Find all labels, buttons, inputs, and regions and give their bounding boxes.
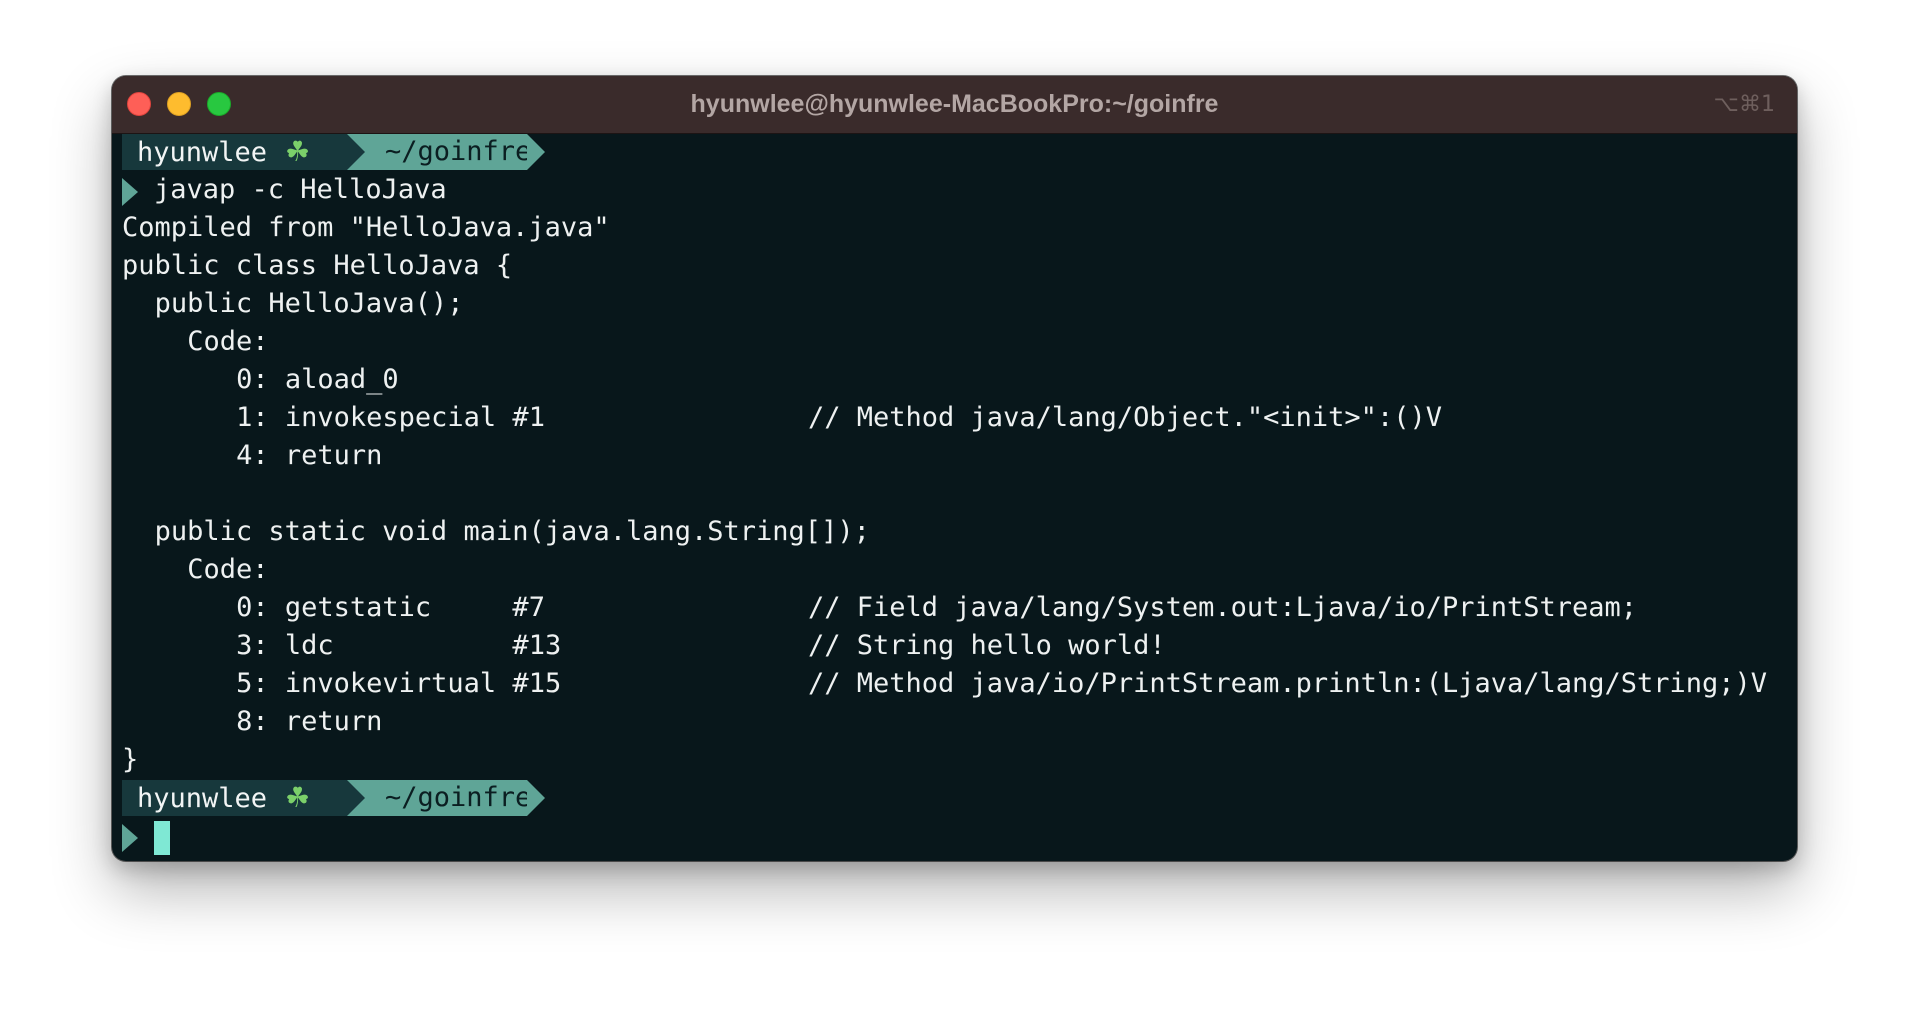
prompt-dir-segment: ~/goinfre (365, 780, 531, 816)
powerline-end-icon (527, 134, 545, 170)
output-code: } (122, 744, 139, 775)
output-line: 1: invokespecial #1 // Method java/lang/O… (122, 399, 1797, 437)
output-code: Code: (187, 326, 269, 357)
prompt-user-segment: hyunwlee ☘ (122, 134, 347, 170)
output-code: Code: (187, 554, 269, 585)
output-line: 8: return (122, 703, 1797, 741)
prompt-user-segment: hyunwlee ☘ (122, 780, 347, 816)
output-comment: // Method java/io/PrintStream.println:(L… (808, 668, 1768, 699)
output-code: 4: return (236, 440, 383, 471)
output-code: 0: getstatic #7 (236, 592, 545, 623)
terminal-content[interactable]: hyunwlee ☘ ~/goinfre javap -c HelloJava C… (122, 133, 1797, 861)
prompt-line-2: hyunwlee ☘ ~/goinfre (122, 779, 1797, 817)
output-code: 3: ldc #13 (236, 630, 562, 661)
output-line: } (122, 741, 1797, 779)
output-comment: // Field java/lang/System.out:Ljava/io/P… (808, 592, 1638, 623)
output-line: 4: return (122, 437, 1797, 475)
output-code: public static void main(java.lang.String… (154, 516, 870, 547)
prompt-user: hyunwlee (137, 783, 268, 814)
terminal-window: hyunwlee@hyunwlee-MacBookPro:~/goinfre ⌥… (112, 76, 1797, 861)
title-bar[interactable]: hyunwlee@hyunwlee-MacBookPro:~/goinfre ⌥… (112, 76, 1797, 134)
window-title: hyunwlee@hyunwlee-MacBookPro:~/goinfre (690, 90, 1219, 118)
output-code: 0: aload_0 (236, 364, 399, 395)
powerline-end-icon (527, 780, 545, 816)
output-line: Code: (122, 323, 1797, 361)
output-code: 1: invokespecial #1 (236, 402, 545, 433)
output-line: Compiled from "HelloJava.java" (122, 209, 1797, 247)
clover-icon: ☘ (285, 781, 311, 814)
powerline-separator-icon (347, 780, 365, 816)
output-code: 8: return (236, 706, 383, 737)
text-cursor (154, 821, 170, 855)
output-line: public static void main(java.lang.String… (122, 513, 1797, 551)
output-code: 5: invokevirtual #15 (236, 668, 562, 699)
output-comment: // String hello world! (808, 630, 1166, 661)
output-line: public class HelloJava { (122, 247, 1797, 285)
prompt-user: hyunwlee (137, 137, 268, 168)
prompt-dir-segment: ~/goinfre (365, 134, 531, 170)
prompt-chevron-icon (122, 178, 138, 206)
prompt-line: hyunwlee ☘ ~/goinfre (122, 133, 1797, 171)
window-shortcut-label: ⌥⌘1 (1713, 92, 1775, 117)
output-line: 0: getstatic #7 // Field java/lang/System… (122, 589, 1797, 627)
output-code: public class HelloJava { (122, 250, 513, 281)
output-line: 0: aload_0 (122, 361, 1797, 399)
input-line[interactable] (122, 817, 1797, 855)
output-comment: // Method java/lang/Object."<init>":()V (808, 402, 1442, 433)
output-code: public HelloJava(); (154, 288, 464, 319)
output-line: 3: ldc #13 // String hello world! (122, 627, 1797, 665)
command-text: javap -c HelloJava (154, 174, 447, 205)
command-output: Compiled from "HelloJava.java" public cla… (122, 209, 1797, 779)
output-line: public HelloJava(); (122, 285, 1797, 323)
output-line: 5: invokevirtual #15 // Method java/io/Pr… (122, 665, 1797, 703)
output-code: Compiled from "HelloJava.java" (122, 212, 610, 243)
powerline-separator-icon (347, 134, 365, 170)
clover-icon: ☘ (285, 135, 311, 168)
prompt-chevron-icon (122, 824, 138, 852)
output-line: Code: (122, 551, 1797, 589)
command-line: javap -c HelloJava (122, 171, 1797, 209)
